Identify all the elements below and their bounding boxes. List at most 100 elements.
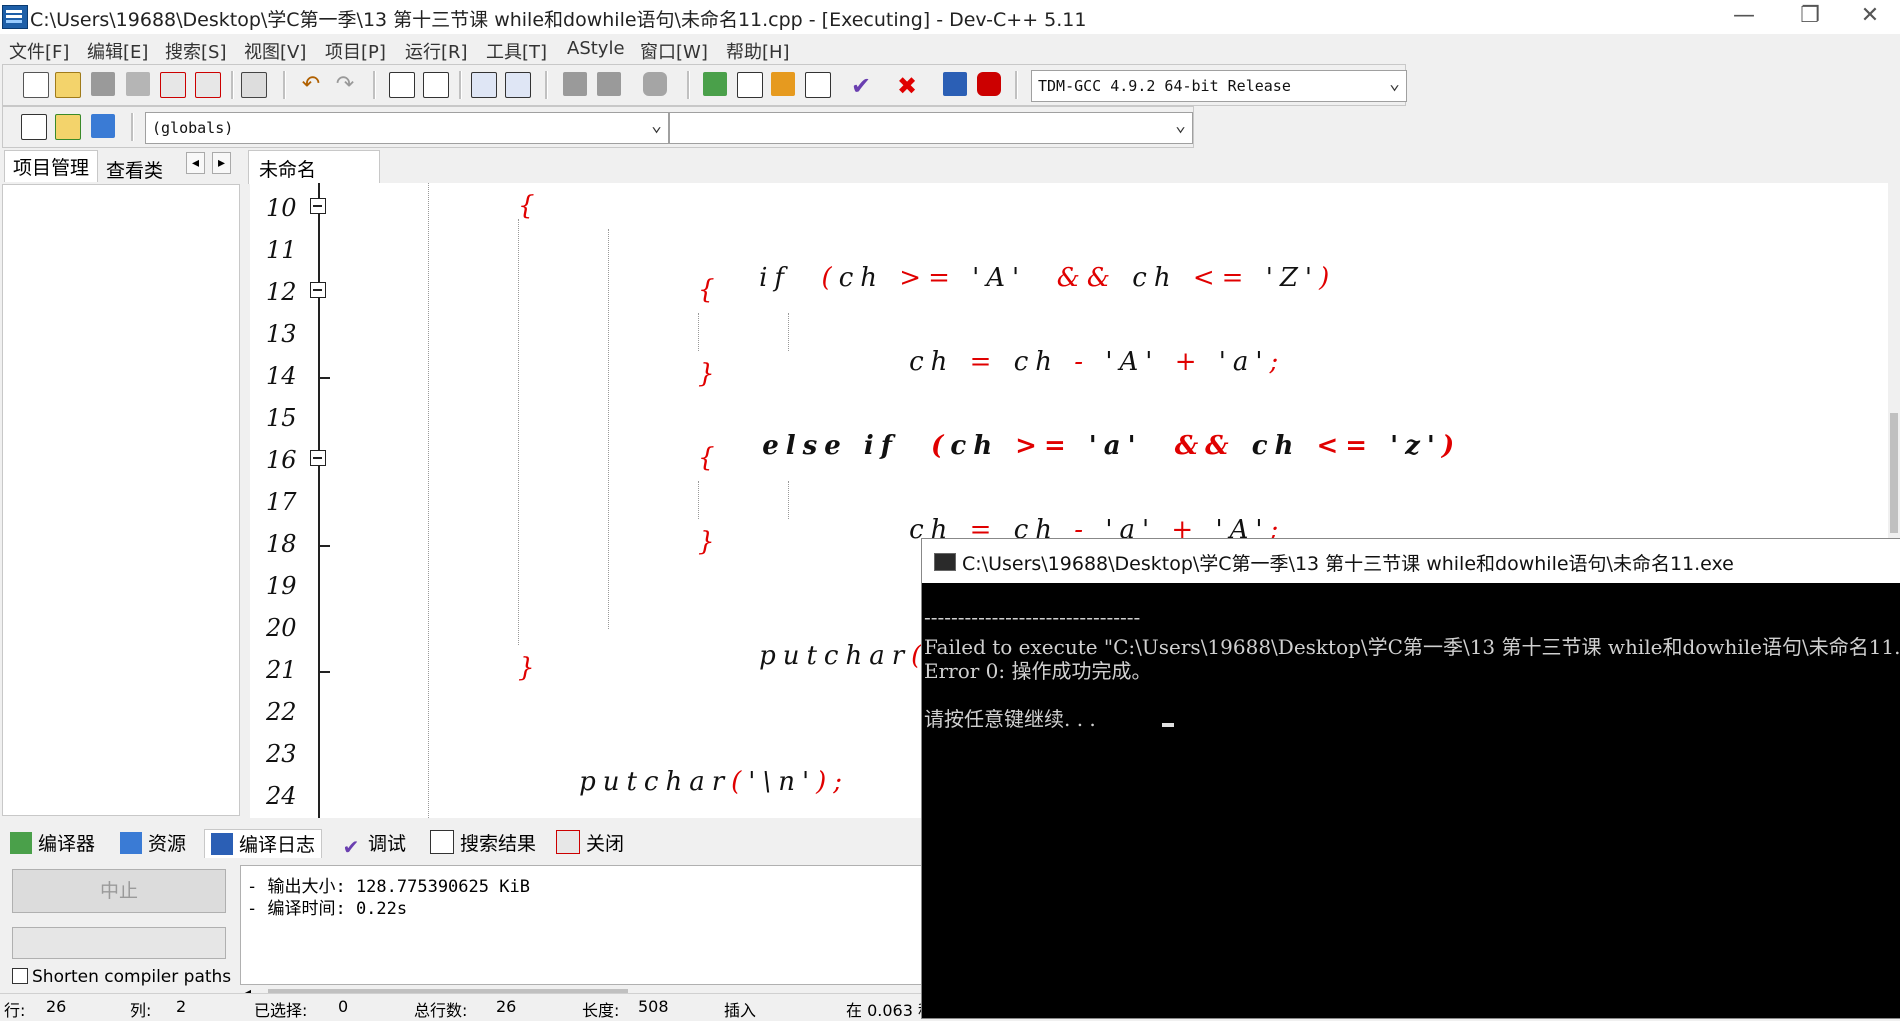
profile-chart-icon[interactable] (943, 72, 967, 96)
code-paren: ( (731, 767, 749, 797)
undo-icon[interactable]: ↶ (299, 72, 323, 97)
code-char-literal: 'Z' (1265, 263, 1320, 293)
menu-help[interactable]: 帮助[H] (726, 38, 790, 64)
minimize-button[interactable]: — (1714, 0, 1774, 34)
tab-resources[interactable]: 资源 (120, 829, 186, 857)
console-separator: -------------------------------- (924, 605, 1141, 629)
tab-classes[interactable]: 查看类 (98, 154, 171, 185)
tabs-scroll-left-icon[interactable]: ◂ (186, 152, 206, 174)
menu-file[interactable]: 文件[F] (9, 38, 69, 64)
menu-run[interactable]: 运行[R] (405, 38, 468, 64)
save-all-icon[interactable] (126, 72, 150, 96)
fold-collapse-icon[interactable] (310, 450, 326, 466)
members-select[interactable]: ⌄ (669, 112, 1193, 144)
shorten-paths-checkbox[interactable]: Shorten compiler paths (12, 967, 231, 987)
menu-edit[interactable]: 编辑[E] (87, 38, 148, 64)
console-title: C:\Users\19688\Desktop\学C第一季\13 第十三节课 wh… (962, 553, 1734, 575)
layout-icon[interactable] (771, 72, 795, 96)
tiles-icon[interactable] (805, 72, 831, 98)
code-line-23: putchar('\n'); (518, 737, 849, 827)
menu-astyle[interactable]: AStyle (567, 38, 625, 59)
menu-view[interactable]: 视图[V] (244, 38, 306, 64)
console-title-bar[interactable]: C:\Users\19688\Desktop\学C第一季\13 第十三节课 wh… (922, 539, 1900, 583)
project-tree[interactable] (2, 184, 240, 816)
status-selected-value: 0 (338, 997, 349, 1016)
menu-search[interactable]: 搜索[S] (165, 38, 226, 64)
grid-icon (10, 832, 32, 854)
window-icon[interactable] (737, 72, 763, 98)
new-project-icon[interactable] (21, 114, 47, 140)
code-paren: ) (1441, 431, 1462, 461)
compile-progress-bar (12, 927, 226, 959)
tab-debug-label: 调试 (368, 833, 407, 855)
close-panel-icon (556, 830, 580, 854)
fold-collapse-icon[interactable] (310, 198, 326, 214)
line-number: 11 (266, 236, 297, 264)
code-semicolon: ; (1269, 347, 1286, 377)
status-selected-label: 已选择: (254, 1001, 308, 1020)
restore-button[interactable]: ❐ (1780, 0, 1840, 34)
compile-log[interactable]: - 输出大小: 128.775390625 KiB - 编译时间: 0.22s (240, 865, 932, 985)
menu-window[interactable]: 窗口[W] (640, 38, 708, 64)
class-toolbar: (globals) ⌄ ⌄ (2, 106, 1194, 148)
find-icon[interactable] (389, 72, 415, 98)
code-operator: + (1174, 347, 1204, 377)
tab-close-label: 关闭 (586, 833, 625, 855)
main-toolbar: ↶ ↷ ✔ ✖ TDM-GCC 4.9.2 64-bit Release ⌄ (2, 64, 1407, 106)
compiler-select[interactable]: TDM-GCC 4.9.2 64-bit Release ⌄ (1031, 70, 1407, 102)
tab-search-results[interactable]: 搜索结果 (430, 829, 536, 857)
bookmark-prev-icon[interactable] (563, 72, 587, 96)
tab-compiler-label: 编译器 (38, 833, 96, 855)
stop-execution-icon[interactable]: ✖ (895, 72, 919, 100)
code-char-literal: 'A' (1105, 347, 1160, 377)
console-prompt: 请按任意键继续. . . (924, 707, 1096, 731)
grid-icon[interactable] (703, 72, 727, 96)
file-tab[interactable]: 未命名11.cpp (248, 150, 380, 204)
status-total-lines-value: 26 (496, 997, 517, 1016)
code-operator: - (1074, 347, 1091, 377)
indent-icon[interactable] (471, 72, 497, 98)
tab-debug[interactable]: ✔ 调试 (340, 829, 407, 858)
code-char-literal: 'a' (1088, 431, 1143, 461)
menu-tools[interactable]: 工具[T] (486, 38, 547, 64)
add-to-project-icon[interactable] (55, 114, 81, 140)
editor-vertical-scrollbar[interactable] (1888, 183, 1900, 538)
resources-icon (120, 832, 142, 854)
check-syntax-icon[interactable]: ✔ (849, 72, 873, 100)
menu-project[interactable]: 项目[P] (325, 38, 386, 64)
remove-from-project-icon[interactable] (91, 114, 115, 138)
open-file-icon[interactable] (55, 72, 81, 98)
line-number: 10 (266, 194, 297, 222)
line-number: 12 (266, 278, 297, 306)
code-paren: ( (931, 431, 951, 461)
close-button[interactable]: ✕ (1840, 0, 1900, 34)
save-icon[interactable] (91, 72, 115, 96)
code-operator: >= (1015, 431, 1073, 461)
abort-button[interactable]: 中止 (12, 869, 226, 913)
console-window[interactable]: C:\Users\19688\Desktop\学C第一季\13 第十三节课 wh… (921, 538, 1900, 1019)
close-file-icon[interactable] (160, 72, 186, 98)
globals-select[interactable]: (globals) ⌄ (145, 112, 669, 144)
goto-line-icon[interactable] (643, 72, 667, 96)
delete-profile-icon[interactable] (977, 72, 1001, 96)
tab-compiler[interactable]: 编译器 (10, 829, 95, 857)
shorten-paths-label: Shorten compiler paths (32, 967, 232, 987)
unindent-icon[interactable] (505, 72, 531, 98)
code-paren: ( (821, 263, 839, 293)
tab-close[interactable]: 关闭 (556, 829, 624, 857)
bookmark-next-icon[interactable] (597, 72, 621, 96)
fold-collapse-icon[interactable] (310, 282, 326, 298)
redo-icon[interactable]: ↷ (333, 72, 357, 97)
tabs-scroll-right-icon[interactable]: ▸ (212, 152, 232, 174)
status-insert-mode: 插入 (724, 1001, 757, 1020)
code-brace: { (698, 443, 722, 473)
close-all-icon[interactable] (195, 72, 221, 98)
replace-icon[interactable] (423, 72, 449, 98)
line-number: 13 (266, 320, 297, 348)
new-file-icon[interactable] (23, 72, 49, 98)
code-operator: <= (1192, 263, 1251, 293)
tab-compile-log[interactable]: 编译日志 (204, 829, 323, 858)
tab-project[interactable]: 项目管理 (4, 150, 99, 182)
chevron-down-icon: ⌄ (651, 115, 662, 136)
print-icon[interactable] (241, 72, 267, 98)
